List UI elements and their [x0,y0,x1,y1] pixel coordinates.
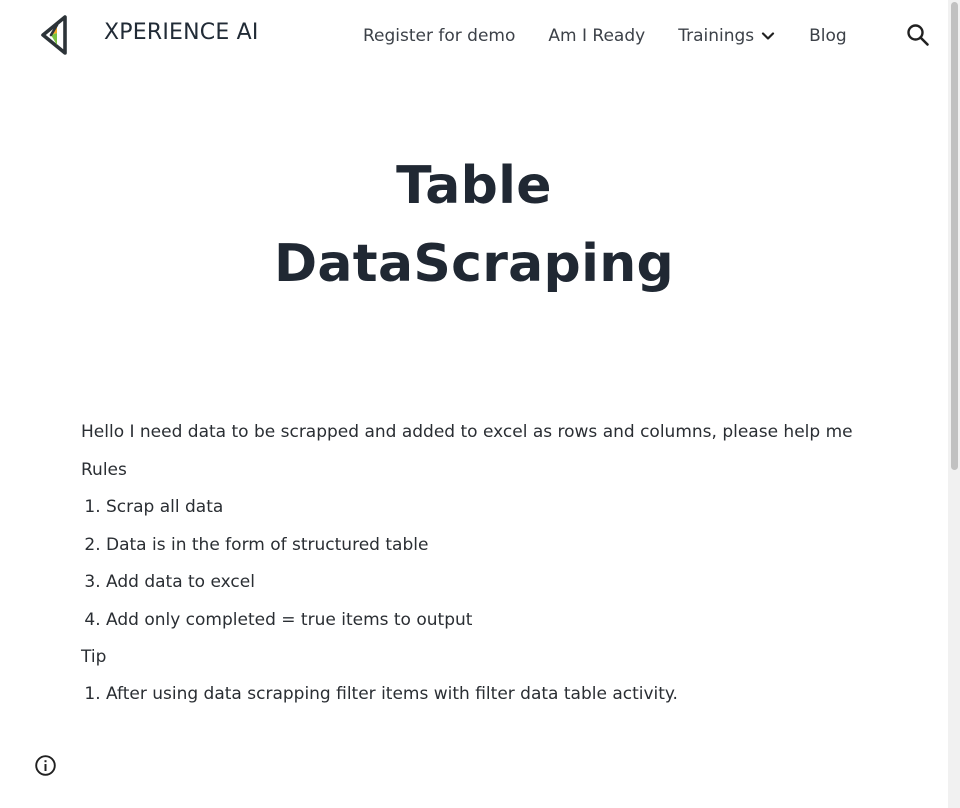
page: XPERIENCE AI Register for demo Am I Read… [0,0,960,808]
logo-icon [41,15,67,55]
tips-list: After using data scrapping filter items … [81,679,871,709]
search-button[interactable] [905,22,931,48]
rules-heading: Rules [81,460,127,480]
rules-list-item: Data is in the form of structured table [106,530,871,560]
nav-trainings-dropdown[interactable]: Trainings [678,26,776,46]
tip-heading: Tip [81,647,107,667]
page-title-line-2: DataScraping [273,233,675,294]
rules-list-item: Add data to excel [106,567,871,597]
nav-blog[interactable]: Blog [809,26,847,46]
search-icon [907,24,929,46]
site-title: XPERIENCE AI [104,20,259,45]
nav-trainings-label: Trainings [678,26,755,46]
page-title-line-1: Table [396,155,552,216]
chevron-down-icon [762,32,775,40]
info-icon [35,755,56,776]
tips-list-item: After using data scrapping filter items … [106,679,871,709]
rules-list-item: Scrap all data [106,492,871,522]
rules-list: Scrap all data Data is in the form of st… [81,492,871,635]
nav-register-label: Register for demo [363,26,516,46]
rules-list-item: Add only completed = true items to outpu… [106,605,871,635]
main-nav: Register for demo Am I Ready Trainings B… [363,22,847,50]
scrollbar-thumb[interactable] [951,2,958,470]
site-header: XPERIENCE AI Register for demo Am I Read… [0,0,948,70]
scrollbar[interactable] [948,0,960,808]
page-title: Table DataScraping [0,147,948,303]
nav-ready-label: Am I Ready [548,26,646,46]
main-content: Hello I need data to be scrapped and add… [81,417,871,717]
nav-blog-label: Blog [809,26,847,46]
info-button[interactable] [34,754,57,777]
nav-register-for-demo[interactable]: Register for demo [363,26,515,46]
nav-am-i-ready[interactable]: Am I Ready [548,26,645,46]
home-link[interactable]: XPERIENCE AI [38,14,258,56]
intro-paragraph: Hello I need data to be scrapped and add… [81,422,853,442]
